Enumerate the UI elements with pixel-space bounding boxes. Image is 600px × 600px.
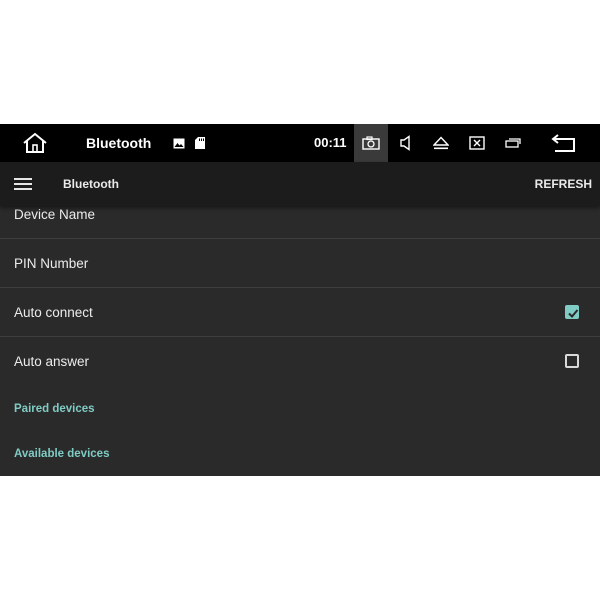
back-icon[interactable] — [548, 124, 580, 162]
auto-answer-row[interactable]: Auto answer — [0, 337, 600, 385]
checkmark-icon — [568, 309, 579, 318]
screenshot-icon[interactable] — [354, 124, 388, 162]
pin-number-row[interactable]: PIN Number — [0, 239, 600, 288]
status-bar: Bluetooth 00:11 — [0, 124, 600, 162]
eject-icon[interactable] — [432, 124, 450, 162]
home-icon[interactable] — [20, 124, 50, 162]
menu-icon[interactable] — [14, 174, 34, 194]
head-unit-screen: Bluetooth 00:11 Bluetooth REFRESH Device… — [0, 124, 600, 476]
clock: 00:11 — [314, 135, 347, 150]
page-title: Bluetooth — [63, 177, 119, 191]
refresh-button[interactable]: REFRESH — [535, 162, 592, 206]
auto-answer-checkbox[interactable] — [565, 354, 579, 368]
sd-card-icon — [194, 124, 206, 162]
status-title: Bluetooth — [86, 135, 152, 151]
available-devices-header: Available devices — [14, 448, 110, 460]
paired-devices-header: Paired devices — [14, 403, 95, 415]
auto-connect-checkbox[interactable] — [565, 305, 579, 319]
auto-answer-label: Auto answer — [14, 353, 90, 369]
volume-icon[interactable] — [398, 124, 414, 162]
close-window-icon[interactable] — [468, 124, 486, 162]
device-name-label: Device Name — [14, 206, 96, 222]
auto-connect-label: Auto connect — [14, 304, 93, 320]
auto-connect-row[interactable]: Auto connect — [0, 288, 600, 337]
pin-number-label: PIN Number — [14, 255, 89, 271]
image-icon — [172, 124, 186, 162]
minimize-icon[interactable] — [504, 124, 522, 162]
app-bar: Bluetooth REFRESH — [0, 162, 600, 206]
